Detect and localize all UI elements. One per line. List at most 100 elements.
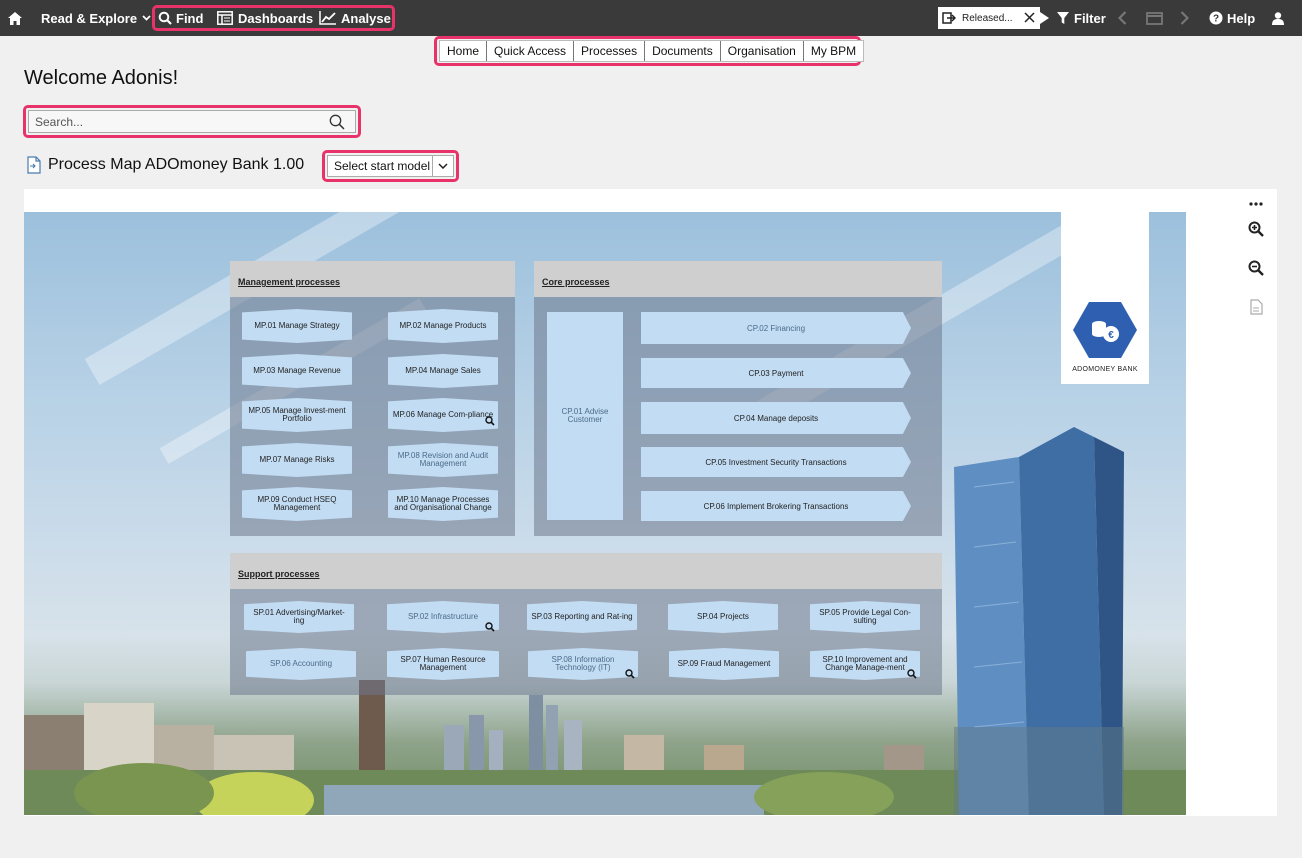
top-navigation-bar: Read & Explore Find Dashboards Analyse R… [0, 0, 1302, 36]
select-start-model-dropdown[interactable]: Select start model [327, 155, 454, 177]
window-icon [1146, 11, 1163, 25]
process-mp10[interactable]: MP.10 Manage Processes and Organisationa… [388, 487, 498, 521]
released-filter-tag[interactable]: Released... [938, 7, 1049, 29]
search-icon [485, 622, 495, 632]
home-icon [8, 11, 22, 25]
process-sp08[interactable]: SP.08 Information Technology (IT) [528, 648, 638, 680]
help-label: Help [1227, 10, 1256, 26]
process-sp02[interactable]: SP.02 Infrastructure [387, 601, 499, 633]
zoom-out-icon [1248, 260, 1264, 276]
analyse-label: Analyse [341, 10, 391, 26]
tab-home[interactable]: Home [440, 41, 488, 61]
search-box [28, 110, 356, 133]
find-button[interactable]: Find [158, 0, 203, 36]
filter-icon [1057, 11, 1069, 24]
process-mp01[interactable]: MP.01 Manage Strategy [242, 309, 352, 343]
help-button[interactable]: ? Help [1209, 0, 1255, 36]
support-processes-title: Support processes [238, 569, 320, 579]
back-button[interactable] [1118, 0, 1127, 36]
process-map-model: Management processes MP.01 Manage Strate… [24, 212, 1186, 815]
process-mp08[interactable]: MP.08 Revision and Audit Management [388, 443, 498, 477]
line-chart-icon [319, 11, 336, 25]
search-icon [625, 669, 635, 679]
process-cp05[interactable]: CP.05 Investment Security Transactions [641, 447, 911, 477]
svg-text:€: € [1108, 330, 1114, 341]
model-document-icon [27, 156, 41, 174]
bank-logo-icon: € [1073, 302, 1137, 358]
chevron-down-icon [142, 15, 151, 21]
process-sp09[interactable]: SP.09 Fraud Management [669, 648, 779, 680]
analyse-button[interactable]: Analyse [319, 0, 391, 36]
process-mp09[interactable]: MP.09 Conduct HSEQ Management [242, 487, 352, 521]
read-explore-menu[interactable]: Read & Explore [41, 0, 151, 36]
zoom-out-button[interactable] [1245, 257, 1267, 279]
process-mp05[interactable]: MP.05 Manage Invest-ment Portfolio [242, 398, 352, 432]
process-cp02[interactable]: CP.02 Financing [641, 312, 911, 344]
process-sp05[interactable]: SP.05 Provide Legal Con-sulting [810, 601, 920, 633]
tab-documents[interactable]: Documents [645, 41, 721, 61]
process-sp10[interactable]: SP.10 Improvement and Change Manage-ment [810, 648, 920, 680]
process-cp06[interactable]: CP.06 Implement Brokering Transactions [641, 491, 911, 521]
tab-quick-access[interactable]: Quick Access [487, 41, 575, 61]
welcome-heading: Welcome Adonis! [24, 67, 179, 89]
dashboard-icon [217, 11, 233, 25]
export-button[interactable] [1245, 296, 1267, 318]
process-cp03[interactable]: CP.03 Payment [641, 358, 911, 388]
search-icon[interactable] [329, 114, 345, 130]
search-input[interactable] [29, 114, 319, 129]
more-dots-icon [1249, 202, 1263, 206]
process-mp03[interactable]: MP.03 Manage Revenue [242, 354, 352, 388]
process-map-header: Process Map ADOmoney Bank 1.00 [26, 156, 304, 174]
release-state-icon [942, 12, 956, 24]
dashboards-button[interactable]: Dashboards [217, 0, 313, 36]
export-document-icon [1249, 299, 1263, 315]
chevron-left-icon [1118, 11, 1127, 25]
zoom-in-icon [1248, 221, 1264, 237]
glass-tower [954, 427, 1124, 815]
search-icon [485, 416, 495, 426]
management-processes-title: Management processes [238, 277, 341, 287]
section-tabs: Home Quick Access Processes Documents Or… [439, 40, 865, 62]
process-sp04[interactable]: SP.04 Projects [668, 601, 778, 633]
tag-arrow [1040, 12, 1049, 24]
released-label: Released... [962, 12, 1013, 24]
process-mp06[interactable]: MP.06 Manage Com-pliance [388, 398, 498, 432]
user-icon [1272, 11, 1284, 25]
zoom-in-button[interactable] [1245, 218, 1267, 240]
tab-organisation[interactable]: Organisation [721, 41, 804, 61]
filter-label: Filter [1074, 10, 1106, 26]
home-button[interactable] [8, 0, 22, 36]
user-menu-button[interactable] [1272, 0, 1284, 36]
bank-logo-card: € ADOMONEY BANK [1061, 212, 1149, 384]
process-sp06[interactable]: SP.06 Accounting [246, 648, 356, 680]
read-explore-label: Read & Explore [41, 10, 138, 26]
window-button[interactable] [1146, 0, 1163, 36]
forward-button[interactable] [1180, 0, 1189, 36]
process-cp01[interactable]: CP.01 Advise Customer [547, 312, 623, 520]
process-mp07[interactable]: MP.07 Manage Risks [242, 443, 352, 477]
tab-processes[interactable]: Processes [574, 41, 646, 61]
filter-button[interactable]: Filter [1057, 0, 1106, 36]
select-start-model-label: Select start model [328, 156, 434, 176]
search-icon [158, 11, 172, 25]
chevron-right-icon [1180, 11, 1189, 25]
process-cp04[interactable]: CP.04 Manage deposits [641, 402, 911, 434]
chevron-down-icon [433, 163, 453, 169]
process-sp01[interactable]: SP.01 Advertising/Market-ing [244, 601, 354, 633]
search-icon [907, 669, 917, 679]
more-options-button[interactable] [1245, 193, 1267, 215]
process-sp07[interactable]: SP.07 Human Resource Management [387, 648, 499, 680]
tab-my-bpm[interactable]: My BPM [804, 41, 863, 61]
close-icon[interactable] [1024, 12, 1035, 23]
bank-logo-text: ADOMONEY BANK [1072, 366, 1138, 373]
process-mp02[interactable]: MP.02 Manage Products [388, 309, 498, 343]
process-map-title: Process Map ADOmoney Bank 1.00 [48, 156, 305, 173]
core-processes-title: Core processes [542, 277, 610, 287]
process-mp04[interactable]: MP.04 Manage Sales [388, 354, 498, 388]
dashboards-label: Dashboards [238, 10, 314, 26]
process-sp03[interactable]: SP.03 Reporting and Rat-ing [527, 601, 637, 633]
panel-header [230, 553, 942, 589]
help-icon: ? [1209, 11, 1223, 25]
svg-text:?: ? [1213, 14, 1219, 25]
find-label: Find [176, 10, 204, 26]
